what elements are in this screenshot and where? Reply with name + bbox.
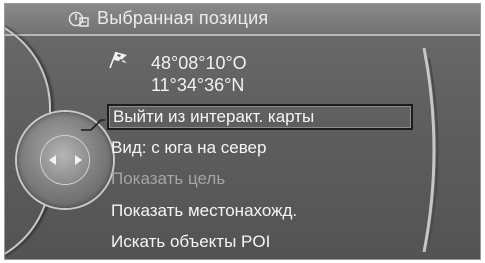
menu-item-show-location[interactable]: Показать местонахожд. xyxy=(107,198,413,224)
flag-destination-icon xyxy=(109,51,127,69)
menu-item-show-destination: Показать цель xyxy=(111,169,226,188)
menu-item-exit-interactive-map[interactable]: Выйти из интеракт. карты xyxy=(107,104,413,130)
arrow-right-icon[interactable] xyxy=(75,155,82,165)
location-block: 48°08°10°O 11°34°36°N xyxy=(107,48,307,96)
title-bar: Выбранная позиция xyxy=(5,4,480,36)
menu-item-view-south-north[interactable]: Вид: с юга на север xyxy=(107,135,413,161)
menu-item-search-poi[interactable]: Искать объекты POI xyxy=(107,229,413,255)
longitude-text: 11°34°36°N xyxy=(151,75,245,95)
map-pin-info-icon xyxy=(68,11,89,27)
page-title: Выбранная позиция xyxy=(97,8,269,28)
idrive-screen: Выбранная позиция 48°08°10°O 11°34°36°N … xyxy=(4,3,481,260)
scroll-indicator[interactable] xyxy=(418,44,446,256)
arrow-left-icon[interactable] xyxy=(49,155,56,165)
selection-connector xyxy=(81,119,105,131)
latitude-text: 48°08°10°O xyxy=(151,53,247,73)
